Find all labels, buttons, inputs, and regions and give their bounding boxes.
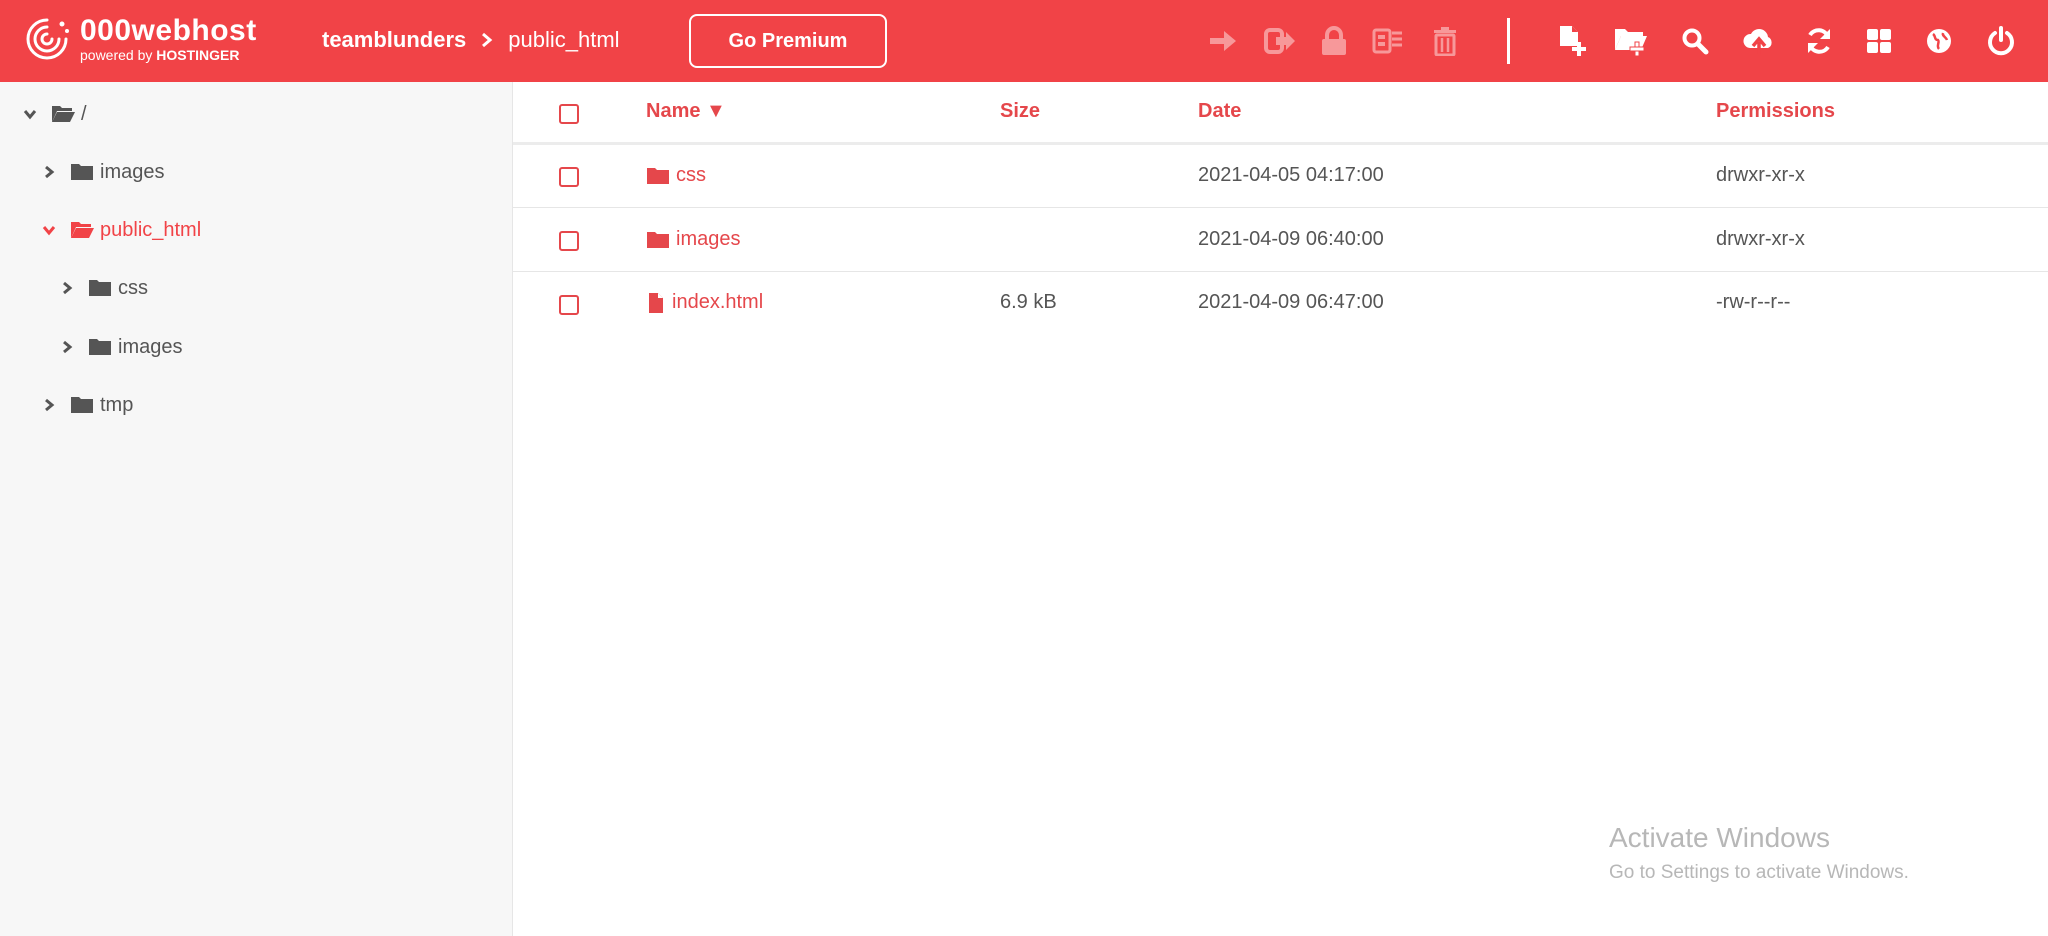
folder-icon: [89, 339, 111, 355]
breadcrumb-chevron-icon: [482, 32, 493, 48]
folder-icon: [89, 280, 111, 296]
new-file-icon: [1560, 26, 1586, 56]
search-icon: [1682, 28, 1709, 55]
globe-icon: [1927, 29, 1951, 53]
table-row-permissions: -rw-r--r--: [1716, 291, 1791, 313]
table-row-date: 2021-04-05 04:17:00: [1198, 164, 1384, 186]
tree-item-root[interactable]: /: [23, 99, 87, 129]
brand-logo[interactable]: 000webhost powered by HOSTINGER: [22, 14, 257, 64]
delete-button[interactable]: [1427, 23, 1463, 59]
row-checkbox[interactable]: [559, 295, 579, 315]
chevron-down-icon[interactable]: [42, 223, 56, 237]
row-divider: [513, 271, 2048, 272]
go-premium-button[interactable]: Go Premium: [689, 14, 887, 68]
row-checkbox[interactable]: [559, 167, 579, 187]
tree-item-images[interactable]: images: [42, 157, 164, 187]
folder-open-icon: [71, 222, 94, 238]
activate-windows-watermark: Activate Windows Go to Settings to activ…: [1609, 822, 1909, 884]
tree-item-label: tmp: [100, 393, 134, 416]
arrow-right-icon: [1210, 31, 1236, 51]
breadcrumb-root[interactable]: teamblunders: [322, 27, 466, 53]
folder-tree-sidebar: [0, 82, 513, 936]
table-row-date: 2021-04-09 06:40:00: [1198, 228, 1384, 250]
new-folder-icon: [1615, 29, 1647, 57]
select-all-checkbox[interactable]: [559, 104, 579, 124]
upload-button[interactable]: [1741, 23, 1777, 59]
logout-button[interactable]: [1983, 23, 2019, 59]
table-header-divider: [513, 142, 2048, 145]
cloud-upload-icon: [1743, 29, 1772, 54]
row-divider: [513, 207, 2048, 208]
breadcrumb: teamblunders public_html: [322, 27, 620, 53]
chevron-down-icon[interactable]: [23, 107, 37, 121]
watermark-subtitle: Go to Settings to activate Windows.: [1609, 862, 1909, 883]
column-header-date[interactable]: Date: [1198, 100, 1241, 123]
folder-icon: [71, 397, 93, 413]
table-row-permissions: drwxr-xr-x: [1716, 228, 1805, 250]
rename-button[interactable]: [1262, 23, 1298, 59]
website-button[interactable]: [1921, 23, 1957, 59]
refresh-icon: [1808, 28, 1830, 54]
table-row-name[interactable]: images: [646, 228, 740, 251]
breadcrumb-current[interactable]: public_html: [508, 27, 619, 53]
brand-powered-by: powered by HOSTINGER: [80, 47, 240, 63]
power-icon: [1988, 26, 2014, 56]
folder-icon: [647, 167, 669, 184]
tree-item-label: public_html: [100, 218, 202, 241]
folder-open-icon: [52, 106, 75, 122]
tree-item-public-html[interactable]: public_html: [42, 215, 201, 245]
new-folder-button[interactable]: [1613, 23, 1649, 59]
brand-swirl-icon: [26, 18, 69, 60]
table-row-date: 2021-04-09 06:47:00: [1198, 291, 1384, 313]
trash-icon: [1434, 27, 1456, 56]
new-file-button[interactable]: [1555, 23, 1591, 59]
chevron-right-icon[interactable]: [42, 398, 56, 412]
table-row-size: 6.9 kB: [1000, 291, 1057, 313]
chevron-right-icon[interactable]: [42, 165, 56, 179]
top-bar: 000webhost powered by HOSTINGER teamblun…: [0, 0, 2048, 82]
sign-out-icon: [1264, 28, 1295, 54]
row-checkbox[interactable]: [559, 231, 579, 251]
chevron-right-icon[interactable]: [60, 281, 74, 295]
tree-item-label: images: [118, 335, 183, 358]
tree-item-css[interactable]: css: [60, 273, 148, 303]
file-icon: [649, 292, 663, 313]
tree-item-label: /: [81, 102, 87, 125]
tree-item-label: css: [118, 276, 148, 299]
refresh-button[interactable]: [1801, 23, 1837, 59]
folder-icon: [71, 164, 93, 180]
table-row-name[interactable]: index.html: [646, 291, 763, 314]
lock-icon: [1322, 26, 1346, 55]
tree-item-images-sub[interactable]: images: [60, 332, 182, 362]
table-row-permissions: drwxr-xr-x: [1716, 164, 1805, 186]
permissions-button[interactable]: [1316, 23, 1352, 59]
grid-view-button[interactable]: [1861, 23, 1897, 59]
table-row-name[interactable]: css: [646, 164, 706, 187]
archive-icon: [1372, 28, 1402, 54]
grid-view-icon: [1867, 29, 1891, 53]
column-header-size[interactable]: Size: [1000, 100, 1040, 123]
brand-name: 000webhost: [80, 14, 257, 47]
move-button[interactable]: [1205, 23, 1241, 59]
archive-button[interactable]: [1370, 23, 1406, 59]
search-button[interactable]: [1677, 23, 1713, 59]
toolbar-divider: [1507, 18, 1510, 64]
folder-icon: [647, 231, 669, 248]
column-header-permissions[interactable]: Permissions: [1716, 100, 1835, 123]
column-header-name[interactable]: Name ▼: [646, 100, 726, 123]
watermark-title: Activate Windows: [1609, 822, 1830, 853]
tree-item-label: images: [100, 160, 165, 183]
tree-item-tmp[interactable]: tmp: [42, 390, 133, 420]
chevron-right-icon[interactable]: [60, 340, 74, 354]
